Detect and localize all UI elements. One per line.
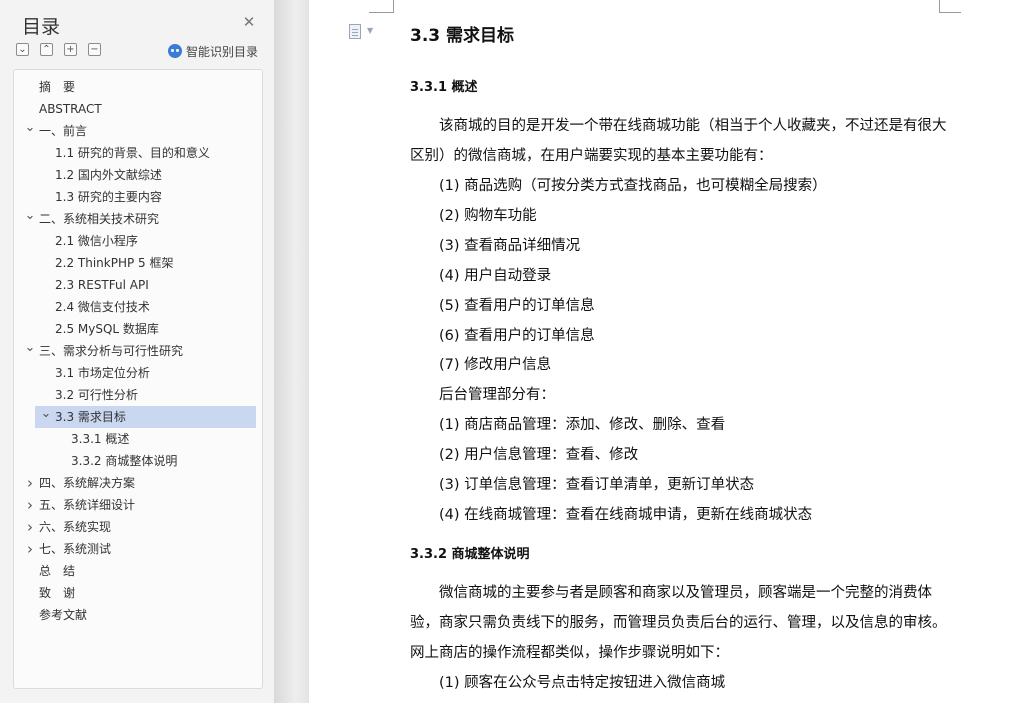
toc-item-label: 2.5 MySQL 数据库 [55,322,159,336]
minus-icon[interactable]: − [88,43,101,56]
chevron-right-icon[interactable]: › [24,472,36,494]
list-item: (3) 查看商品详细情况 [439,238,581,254]
chevron-down-icon[interactable]: ⌄ [16,43,29,56]
document-icon[interactable] [349,24,361,39]
list-item: (4) 用户自动登录 [439,268,552,284]
toc-item-label: 摘 要 [39,80,76,94]
list-item: (2) 购物车功能 [439,208,537,224]
toc-item[interactable]: 1.1 研究的背景、目的和意义 [22,142,256,164]
toc-item-label: 1.1 研究的背景、目的和意义 [55,146,210,160]
chevron-right-icon[interactable]: › [24,538,36,560]
toc-item-label: 2.2 ThinkPHP 5 框架 [55,256,174,270]
close-icon[interactable]: ✕ [241,14,257,30]
toc-item-label: 3.3.2 商城整体说明 [71,454,178,468]
toc-item-label: 2.1 微信小程序 [55,234,138,248]
section-heading: 3.3 需求目标 [410,26,515,46]
chevron-right-icon[interactable]: › [24,516,36,538]
toc-item[interactable]: ⌄ 一、前言 [22,120,256,142]
toc-item[interactable]: 2.4 微信支付技术 [22,296,256,318]
toc-item-label: 3.3.1 概述 [71,432,130,446]
toc-sidebar: 目录 ✕ ⌄ ⌃ + − 智能识别目录 摘 要 ABSTRACT ⌄ 一、前言 1.1 … [0,0,275,703]
toc-item-label: 五、系统详细设计 [39,498,136,512]
toc-item-label: 七、系统测试 [39,542,112,556]
toc-item[interactable]: 参考文献 [22,604,256,626]
crop-mark [393,0,394,12]
chevron-right-icon[interactable]: › [24,494,36,516]
list-item: (6) 查看用户的订单信息 [439,328,595,344]
chevron-down-icon[interactable]: ⌄ [24,208,36,230]
list-item: (2) 用户信息管理：查看、修改 [439,447,639,463]
chevron-down-icon[interactable]: ⌄ [24,120,36,142]
list-item: (1) 商店商品管理：添加、修改、删除、查看 [439,417,726,433]
toc-item[interactable]: 2.2 ThinkPHP 5 框架 [22,252,256,274]
toc-item[interactable]: 1.3 研究的主要内容 [22,186,256,208]
toc-item[interactable]: ⌄ 三、需求分析与可行性研究 [22,340,256,362]
toc-item[interactable]: › 四、系统解决方案 [22,472,256,494]
subsection-heading: 3.3.1 概述 [410,80,478,95]
smart-toc-label: 智能识别目录 [186,45,259,59]
plus-icon[interactable]: + [64,43,77,56]
toc-item[interactable]: 总 结 [22,560,256,582]
document-page[interactable]: ▼ 3.3 需求目标 3.3.1 概述 该商城的目的是开发一个带在线商城功能（相… [309,0,1022,703]
toc-item[interactable]: ⌄ 二、系统相关技术研究 [22,208,256,230]
toc-item-label: 1.2 国内外文献综述 [55,168,162,182]
subsection-heading: 3.3.2 商城整体说明 [410,547,530,562]
toc-item[interactable]: 2.1 微信小程序 [22,230,256,252]
toc-item[interactable]: 2.3 RESTFul API [22,274,256,296]
toc-item-label: 六、系统实现 [39,520,112,534]
list-item: (1) 顾客在公众号点击特定按钮进入微信商城 [439,675,726,691]
toc-item-label: 二、系统相关技术研究 [39,212,160,226]
ai-assistant-icon [168,44,182,58]
toc-item-label: 1.3 研究的主要内容 [55,190,162,204]
page-gutter [275,0,309,703]
toc-title: 目录 [22,16,61,38]
toc-item[interactable]: 3.1 市场定位分析 [22,362,256,384]
toc-tree: 摘 要 ABSTRACT ⌄ 一、前言 1.1 研究的背景、目的和意义 1.2 国内外文献… [13,69,263,689]
list-item: (1) 商品选购（可按分类方式查找商品，也可模糊全局搜索） [439,178,827,194]
chevron-down-icon[interactable]: ⌄ [24,340,36,362]
paragraph-line: 后台管理部分有： [439,387,555,403]
toc-item-label: 三、需求分析与可行性研究 [39,344,184,358]
toc-item[interactable]: › 六、系统实现 [22,516,256,538]
toc-item[interactable]: 2.5 MySQL 数据库 [22,318,256,340]
smart-toc-button[interactable]: 智能识别目录 [168,43,258,59]
toc-item-label: 3.1 市场定位分析 [55,366,150,380]
crop-mark [369,12,394,13]
list-item: (5) 查看用户的订单信息 [439,298,595,314]
paragraph-line: 该商城的目的是开发一个带在线商城功能（相当于个人收藏夹，不过还是有很大 [439,118,947,134]
toc-item-label: 3.3 需求目标 [55,410,126,424]
toc-item-label: ABSTRACT [39,102,102,116]
toc-item[interactable]: ⌄ 3.3 需求目标 [35,406,256,428]
toc-item-label: 2.3 RESTFul API [55,278,149,292]
toc-item[interactable]: › 五、系统详细设计 [22,494,256,516]
dropdown-arrow-icon[interactable]: ▼ [367,26,373,35]
toc-item[interactable]: 3.3.2 商城整体说明 [22,450,256,472]
paragraph-line: 区别）的微信商城，在用户端要实现的基本主要功能有： [410,148,773,164]
paragraph-line: 微信商城的主要参与者是顾客和商家以及管理员，顾客端是一个完整的消费体 [439,585,932,601]
toc-item-label: 四、系统解决方案 [39,476,136,490]
list-item: (4) 在线商城管理：查看在线商城申请，更新在线商城状态 [439,507,813,523]
list-item: (3) 订单信息管理：查看订单清单，更新订单状态 [439,477,755,493]
toc-item-label: 一、前言 [39,124,88,138]
toc-item[interactable]: 摘 要 [22,76,256,98]
paragraph-line: 网上商店的操作流程都类似，操作步骤说明如下： [410,645,729,661]
toc-item-label: 3.2 可行性分析 [55,388,138,402]
toc-item[interactable]: 致 谢 [22,582,256,604]
toc-item-label: 致 谢 [39,586,76,600]
chevron-up-icon[interactable]: ⌃ [40,43,53,56]
toc-item[interactable]: 3.3.1 概述 [22,428,256,450]
crop-mark [939,0,940,12]
toc-item[interactable]: › 七、系统测试 [22,538,256,560]
list-item: (7) 修改用户信息 [439,357,552,373]
chevron-down-icon[interactable]: ⌄ [40,406,52,428]
toc-item-label: 总 结 [39,564,76,578]
toc-item[interactable]: 3.2 可行性分析 [22,384,256,406]
toc-item-label: 参考文献 [39,608,88,622]
toc-item-label: 2.4 微信支付技术 [55,300,150,314]
toc-item[interactable]: 1.2 国内外文献综述 [22,164,256,186]
crop-mark [939,12,961,13]
toc-item[interactable]: ABSTRACT [22,98,256,120]
paragraph-line: 验，商家只需负责线下的服务，而管理员负责后台的运行、管理，以及信息的审核。 [410,615,947,631]
